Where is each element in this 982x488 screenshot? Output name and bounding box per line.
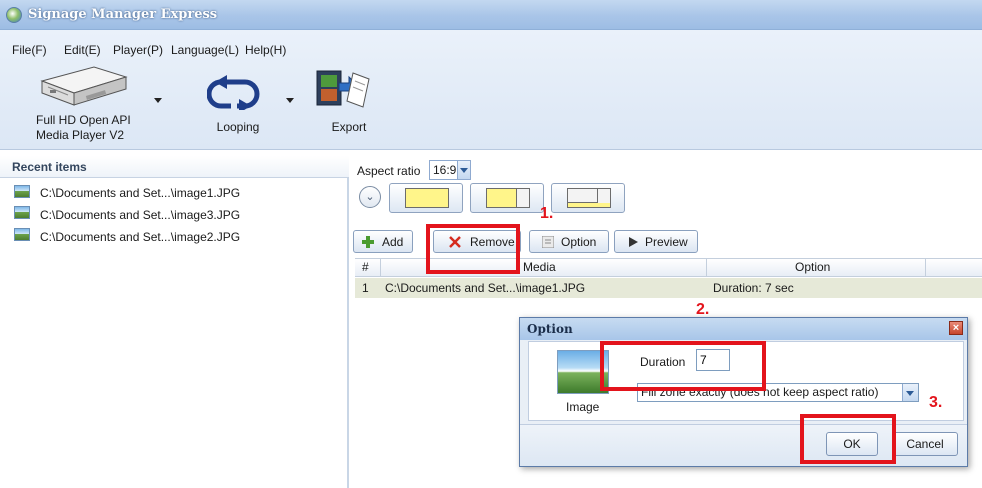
column-header-media[interactable]: Media [523,260,556,274]
preview-button-label: Preview [645,235,688,249]
looping-tool[interactable] [206,74,261,113]
menu-edit[interactable]: Edit(E) [64,43,101,57]
preview-button[interactable]: Preview [614,230,698,253]
dialog-titlebar [520,318,967,340]
recent-item-label[interactable]: C:\Documents and Set...\image1.JPG [40,186,240,200]
layout-full-icon [405,188,449,208]
recent-item-label[interactable]: C:\Documents and Set...\image3.JPG [40,208,240,222]
chevron-down-icon [460,168,468,173]
row-number: 1 [362,281,369,295]
export-label: Export [331,120,367,134]
aspect-ratio-label: Aspect ratio [357,164,421,178]
recent-items-title: Recent items [12,160,87,174]
plus-icon [362,236,374,248]
dialog-title: Option [527,322,573,336]
layout-split-icon [486,188,530,208]
annotation-step-3: 3. [929,394,943,411]
image-type-label: Image [566,400,600,414]
export-icon [316,70,370,108]
app-icon [6,7,22,23]
media-player-label-2: Media Player V2 [36,128,125,142]
menu-file[interactable]: File(F) [12,43,47,57]
menu-help[interactable]: Help(H) [245,43,286,57]
add-button-label: Add [382,235,404,249]
collapse-chevron-button[interactable]: ⌄ [359,186,381,208]
annotation-box-ok [800,414,896,464]
column-divider [380,259,381,277]
window-title: Signage Manager Express [28,7,218,22]
export-tool[interactable] [315,67,371,111]
looping-icon [206,75,260,113]
looping-dropdown-arrow-icon[interactable] [286,98,294,103]
image-file-icon [14,185,30,198]
column-header-number[interactable]: # [362,260,369,274]
row-option: Duration: 7 sec [713,281,794,295]
dialog-close-button[interactable]: × [949,321,963,335]
column-header-option[interactable]: Option [795,260,830,274]
column-divider [925,259,926,277]
aspect-ratio-value: 16:9 [433,163,457,177]
menu-player[interactable]: Player(P) [113,43,163,57]
annotation-box-remove [426,224,520,274]
player-dropdown-arrow-icon[interactable] [154,98,162,103]
menu-language[interactable]: Language(L) [171,43,239,57]
chevron-down-icon [906,391,914,396]
column-divider [706,259,707,277]
looping-label: Looping [216,120,260,134]
image-file-icon [14,206,30,219]
layout-ticker-icon [567,188,611,208]
add-button[interactable]: Add [353,230,413,253]
row-media: C:\Documents and Set...\image1.JPG [385,281,586,295]
play-icon [629,237,638,247]
media-player-label-1: Full HD Open API [36,113,131,127]
recent-item-label[interactable]: C:\Documents and Set...\image2.JPG [40,230,240,244]
close-icon: × [952,322,960,334]
layout-split-button[interactable] [470,183,544,213]
option-button-label: Option [561,235,597,249]
annotation-box-duration [600,341,766,391]
annotation-step-1: 1. [540,205,554,222]
annotation-step-2: 2. [696,301,710,318]
option-button[interactable]: Option [529,230,609,253]
layout-full-button[interactable] [389,183,463,213]
image-file-icon [14,228,30,241]
list-icon [542,236,554,248]
media-player-icon [40,66,128,106]
cancel-button[interactable]: Cancel [892,432,958,456]
media-player-tool[interactable] [36,63,128,109]
layout-ticker-button[interactable] [551,183,625,213]
chevron-down-icon: ⌄ [365,191,375,203]
